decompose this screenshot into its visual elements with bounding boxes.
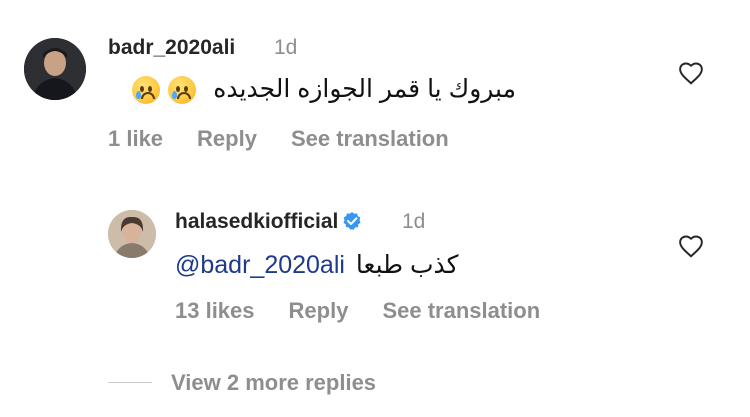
comment-item: badr_2020ali 1d مبروك يا قمر الجوازه الج… (0, 0, 750, 180)
comment-body: مبروك يا قمر الجوازه الجديده (213, 75, 516, 103)
comment-text: @badr_2020ali كذب طبعا (175, 250, 459, 280)
username-text[interactable]: halasedkiofficial (175, 210, 338, 233)
avatar-image (24, 38, 86, 100)
comment-username[interactable]: halasedkiofficial (175, 210, 362, 234)
crying-face-emoji (168, 76, 197, 105)
heart-outline-icon[interactable] (678, 61, 704, 85)
comment-text: مبروك يا قمر الجوازه الجديده (106, 74, 516, 105)
reply-button[interactable]: Reply (289, 298, 349, 324)
mention-link[interactable]: @badr_2020ali (175, 251, 345, 279)
heart-outline-icon[interactable] (678, 234, 704, 258)
comment-time: 1d (274, 36, 298, 59)
see-translation-button[interactable]: See translation (291, 126, 449, 152)
reply-button[interactable]: Reply (197, 126, 257, 152)
comment-actions: 1 like Reply See translation (108, 126, 449, 152)
comment-body: كذب طبعا (355, 251, 459, 279)
comment-username[interactable]: badr_2020ali (108, 36, 235, 60)
likes-count[interactable]: 1 like (108, 126, 163, 152)
verified-badge-icon (343, 212, 362, 230)
view-more-replies-button[interactable]: View 2 more replies (171, 370, 376, 396)
comment-actions: 13 likes Reply See translation (175, 298, 540, 324)
crying-face-emoji (132, 76, 161, 105)
see-translation-button[interactable]: See translation (382, 298, 540, 324)
comment-time: 1d (402, 210, 426, 233)
avatar-image (108, 210, 156, 258)
divider-line (108, 382, 152, 383)
avatar[interactable] (24, 38, 86, 100)
reply-item: halasedkiofficial 1d @badr_2020ali كذب ط… (0, 180, 750, 340)
avatar[interactable] (108, 210, 156, 258)
likes-count[interactable]: 13 likes (175, 298, 255, 324)
